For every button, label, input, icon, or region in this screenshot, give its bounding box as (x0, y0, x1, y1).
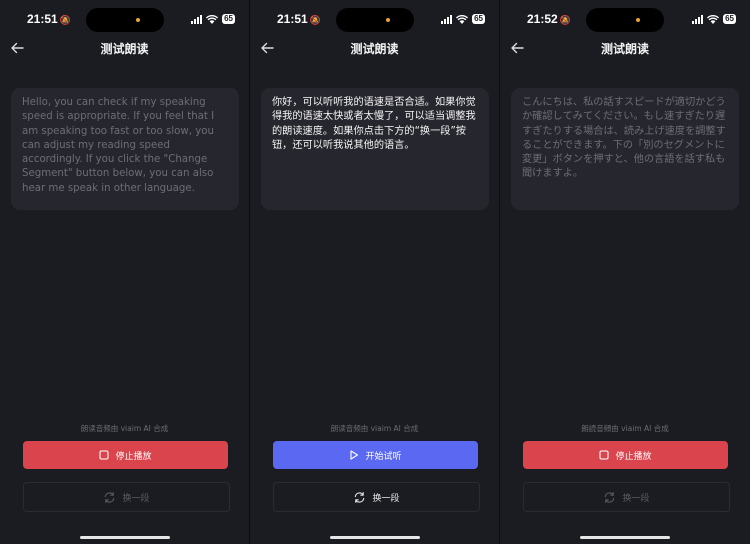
sample-text-card: こんにちは、私の話すスピードが適切かどうか確認してみてください。もし速すぎたり遅… (511, 88, 739, 210)
phone-screen-english: 21:51 🔕 65 测试朗读 Hello, you can check if m… (0, 0, 250, 544)
audio-credit: 朗读音频由 viaim AI 合成 (330, 424, 419, 433)
page-title: 测试朗读 (600, 42, 649, 56)
nav-bar: 测试朗读 (0, 38, 249, 60)
status-bar: 21:51 🔕 65 (250, 0, 499, 40)
phone-screen-japanese: 21:52 🔕 65 测试朗读 こんにちは、私の話すスピードが適切かどうか確認して… (500, 0, 750, 544)
change-segment-label: 换一段 (372, 493, 400, 504)
status-bar: 21:51 🔕 65 (0, 0, 249, 40)
status-icons: 65 (692, 14, 736, 24)
status-icons: 65 (441, 14, 485, 24)
island-indicator-icon (386, 18, 390, 22)
page-title: 测试朗读 (350, 42, 399, 56)
stop-playback-button[interactable]: 停止播放 (23, 441, 228, 469)
signal-icon (191, 14, 203, 24)
change-segment-button[interactable]: 换一段 (273, 482, 480, 512)
audio-credit: 朗読音頻由 viaim AI 合成 (581, 424, 669, 433)
play-icon (350, 450, 359, 460)
battery-icon: 65 (723, 14, 736, 24)
island-indicator-icon (636, 18, 640, 22)
wifi-icon (456, 14, 469, 24)
start-preview-label: 开始试听 (365, 451, 402, 462)
change-segment-button[interactable]: 换一段 (23, 482, 230, 512)
signal-icon (441, 14, 453, 24)
status-icons: 65 (191, 14, 235, 24)
home-indicator[interactable] (330, 536, 420, 539)
status-time: 21:51 🔕 (27, 12, 71, 26)
nav-bar: 测试朗读 (250, 38, 499, 60)
stop-playback-label: 停止播放 (615, 451, 652, 462)
wifi-icon (707, 14, 720, 24)
status-time: 21:52 🔕 (527, 12, 571, 26)
sample-text-card: Hello, you can check if my speaking spee… (11, 88, 239, 210)
refresh-icon (605, 491, 615, 503)
audio-credit: 朗读音频由 viaim AI 合成 (80, 424, 169, 433)
stop-icon (599, 450, 610, 460)
stop-playback-label: 停止播放 (115, 451, 152, 462)
refresh-icon (355, 491, 365, 503)
dynamic-island (336, 8, 414, 32)
dynamic-island (586, 8, 664, 32)
change-segment-label: 换一段 (122, 493, 150, 504)
stop-playback-button[interactable]: 停止播放 (523, 441, 728, 469)
wifi-icon (206, 14, 219, 24)
dynamic-island (86, 8, 164, 32)
start-preview-button[interactable]: 开始试听 (273, 441, 478, 469)
mute-bell-icon: 🔕 (309, 15, 321, 25)
phone-screen-chinese: 21:51 🔕 65 测试朗读 你好，可以听听我的语速是否合适。如果你觉得我的语速… (250, 0, 500, 544)
mute-bell-icon: 🔕 (59, 15, 71, 25)
change-segment-label: 换一段 (622, 493, 650, 504)
stop-icon (99, 450, 110, 460)
nav-bar: 测试朗读 (500, 38, 750, 60)
change-segment-button[interactable]: 换一段 (523, 482, 730, 512)
sample-text-card: 你好，可以听听我的语速是否合适。如果你觉得我的语速太快或者太慢了，可以适当调整我… (261, 88, 489, 210)
battery-icon: 65 (222, 14, 235, 24)
page-title: 测试朗读 (100, 42, 149, 56)
home-indicator[interactable] (80, 536, 170, 539)
refresh-icon (105, 491, 115, 503)
signal-icon (692, 14, 704, 24)
mute-bell-icon: 🔕 (559, 15, 571, 25)
island-indicator-icon (136, 18, 140, 22)
status-time: 21:51 🔕 (277, 12, 321, 26)
battery-icon: 65 (472, 14, 485, 24)
status-bar: 21:52 🔕 65 (500, 0, 750, 40)
home-indicator[interactable] (580, 536, 670, 539)
